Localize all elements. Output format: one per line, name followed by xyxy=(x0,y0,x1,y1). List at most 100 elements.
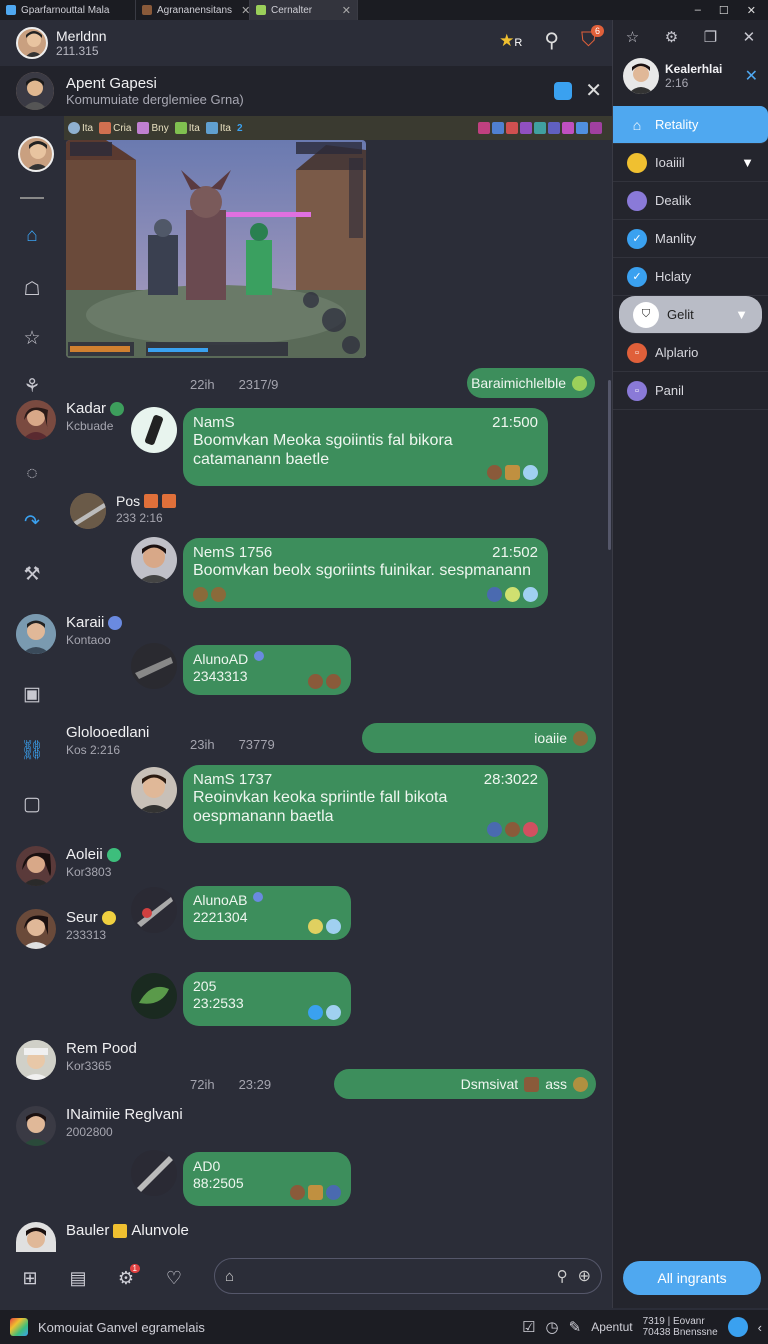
star-outline-icon[interactable]: ☆ xyxy=(626,28,639,46)
image-icon[interactable]: ▤ xyxy=(64,1264,92,1292)
camera-icon[interactable]: ▢ xyxy=(18,790,46,818)
link-icon[interactable]: ⛓ xyxy=(18,736,46,764)
chevron-down-icon[interactable]: ▼ xyxy=(735,307,748,322)
close-tab-icon[interactable]: ✕ xyxy=(241,4,249,17)
sidebar-item-panil[interactable]: ▫ Panil xyxy=(613,372,768,410)
window-icon[interactable]: ❐ xyxy=(704,28,717,46)
heart-icon[interactable]: ♡ xyxy=(160,1264,188,1292)
strip-chip[interactable]: 2 xyxy=(237,123,243,134)
edit-icon[interactable]: ✎ xyxy=(569,1318,582,1336)
message-bubble[interactable]: NamS 1737 28:3022 Reoinvkan keoka spriint… xyxy=(183,765,548,843)
home-icon[interactable]: ⌂ xyxy=(18,222,46,250)
sidebar-item-hclaty[interactable]: ✓ Hclaty xyxy=(613,258,768,296)
item-icon[interactable] xyxy=(590,122,602,134)
settings-icon[interactable]: ⚙ xyxy=(665,28,678,46)
chevron-down-icon[interactable]: ▼ xyxy=(741,155,754,170)
search-icon[interactable]: ⚲ xyxy=(544,28,559,53)
item-icon[interactable] xyxy=(478,122,490,134)
list-item[interactable]: Glolooedlani Kos 2:216 xyxy=(66,724,149,757)
tab-2[interactable]: Agrananensitans ✕ xyxy=(136,0,250,20)
scrollbar-thumb[interactable] xyxy=(608,380,611,550)
message-bubble[interactable]: NemS 1756 21:502 Boomvkan beolx sgoriints… xyxy=(183,538,548,608)
minimize-button[interactable]: – xyxy=(695,4,701,17)
message-bubble[interactable]: 205 23:2533 xyxy=(183,972,351,1026)
close-tab-icon[interactable]: ✕ xyxy=(342,4,351,17)
message-bubble[interactable]: AlunoAB 2221304 xyxy=(183,886,351,940)
reaction-pill[interactable]: ioaiie xyxy=(362,723,596,753)
message-bubble[interactable]: NamS 21:500 Boomvkan Meoka sgoiintis fal … xyxy=(183,408,548,486)
link-icon[interactable]: ⚲ xyxy=(557,1267,568,1285)
list-item[interactable]: Kadar Kcbuade xyxy=(16,400,125,440)
list-item[interactable]: Pos 233 2:16 xyxy=(70,493,177,529)
notification-icon[interactable] xyxy=(727,1317,748,1337)
sidebar-item-dealik[interactable]: Dealik xyxy=(613,182,768,220)
gear-icon[interactable]: ⚙ 1 xyxy=(112,1264,140,1292)
bubble-avatar[interactable] xyxy=(131,767,177,813)
list-item[interactable]: Rem Pood Kor3365 xyxy=(16,1040,137,1080)
bubble-avatar[interactable] xyxy=(131,973,177,1019)
check-square-icon[interactable]: ☑ xyxy=(522,1318,535,1336)
app-logo-icon[interactable] xyxy=(10,1318,28,1336)
clock-icon[interactable]: ◷ xyxy=(546,1318,559,1336)
close-icon[interactable]: ✕ xyxy=(745,66,758,86)
avatar[interactable] xyxy=(16,72,54,110)
arrow-icon[interactable]: ↷ xyxy=(18,508,46,536)
item-icon[interactable] xyxy=(548,122,560,134)
strip-chip[interactable]: Bny xyxy=(137,122,169,134)
activity-icon[interactable]: ⚘ xyxy=(18,372,46,400)
bubble-avatar[interactable] xyxy=(131,537,177,583)
strip-chip[interactable]: Cria xyxy=(99,122,131,134)
item-icon[interactable] xyxy=(520,122,532,134)
strip-chip[interactable]: Ita xyxy=(68,122,93,134)
message-bubble[interactable]: AlunoAD 2343313 xyxy=(183,645,351,695)
close-icon[interactable]: ✕ xyxy=(743,28,756,46)
list-item[interactable]: Karaii Kontaoo xyxy=(16,614,123,654)
star-icon[interactable]: ★R xyxy=(499,31,522,51)
tab-1[interactable]: Gparfarnouttal Mala xyxy=(0,0,136,20)
sidebar-item-ioaiiil[interactable]: Ioaiiil ▼ xyxy=(613,144,768,182)
shared-game-screenshot[interactable] xyxy=(66,140,366,358)
share-icon[interactable] xyxy=(554,82,572,100)
maximize-button[interactable]: ☐ xyxy=(719,4,729,17)
add-icon[interactable]: ⊕ xyxy=(578,1266,591,1286)
grid-icon[interactable]: ⊞ xyxy=(16,1264,44,1292)
sidebar-item-alplario[interactable]: ▫ Alplario xyxy=(613,334,768,372)
chat-bubble-icon[interactable]: ◌ xyxy=(18,460,46,488)
item-icon[interactable] xyxy=(562,122,574,134)
inbox-icon[interactable]: ☖ xyxy=(18,275,46,303)
message-input[interactable] xyxy=(244,1268,547,1284)
bubble-avatar[interactable] xyxy=(131,407,177,453)
item-icon[interactable] xyxy=(576,122,588,134)
sidebar-item-retality[interactable]: ⌂ Retality xyxy=(613,106,768,144)
reaction-pill[interactable]: Dsmsivat ass xyxy=(334,1069,596,1099)
bubble-avatar[interactable] xyxy=(131,1150,177,1196)
close-icon[interactable]: ✕ xyxy=(585,78,602,103)
chevron-left-icon[interactable]: ‹ xyxy=(758,1320,768,1335)
taskbar-app-label[interactable]: Komouiat Ganvel egramelais xyxy=(38,1320,205,1335)
avatar[interactable] xyxy=(18,136,54,172)
list-item[interactable]: Aoleii Kor3803 xyxy=(16,846,121,886)
all-ingrants-button[interactable]: All ingrants xyxy=(623,1261,761,1295)
star-outline-icon[interactable]: ☆ xyxy=(18,324,46,352)
reaction-pill[interactable]: Baraimichlelble xyxy=(467,368,595,398)
item-icon[interactable] xyxy=(492,122,504,134)
sidebar-user[interactable]: Kealerhlai 2:16 ✕ xyxy=(613,54,768,98)
avatar[interactable] xyxy=(16,27,48,59)
shield-notification-icon[interactable]: ⛉ 6 xyxy=(581,25,604,52)
message-bubble[interactable]: AD0 88:2505 xyxy=(183,1152,351,1206)
list-item[interactable]: INaimiie Reglvani 2002800 xyxy=(16,1106,183,1146)
list-item[interactable]: Seur 233313 xyxy=(16,909,116,949)
strip-chip[interactable]: Ita xyxy=(174,122,200,134)
bubble-avatar[interactable] xyxy=(131,887,177,933)
sidebar-item-manlity[interactable]: ✓ Manlity xyxy=(613,220,768,258)
sidebar-item-gelit[interactable]: ⛉ Gelit ▼ xyxy=(619,296,762,334)
item-icon[interactable] xyxy=(534,122,546,134)
attach-icon[interactable]: ⌂ xyxy=(225,1268,234,1285)
tab-3[interactable]: Cernalter ✕ xyxy=(250,0,358,20)
wrench-icon[interactable]: ⚒ xyxy=(18,560,46,588)
close-window-button[interactable]: ✕ xyxy=(747,4,756,17)
square-icon[interactable]: ▣ xyxy=(18,680,46,708)
item-icon[interactable] xyxy=(506,122,518,134)
list-item[interactable]: Bauler Alunvole xyxy=(16,1222,189,1252)
bubble-avatar[interactable] xyxy=(131,643,177,689)
